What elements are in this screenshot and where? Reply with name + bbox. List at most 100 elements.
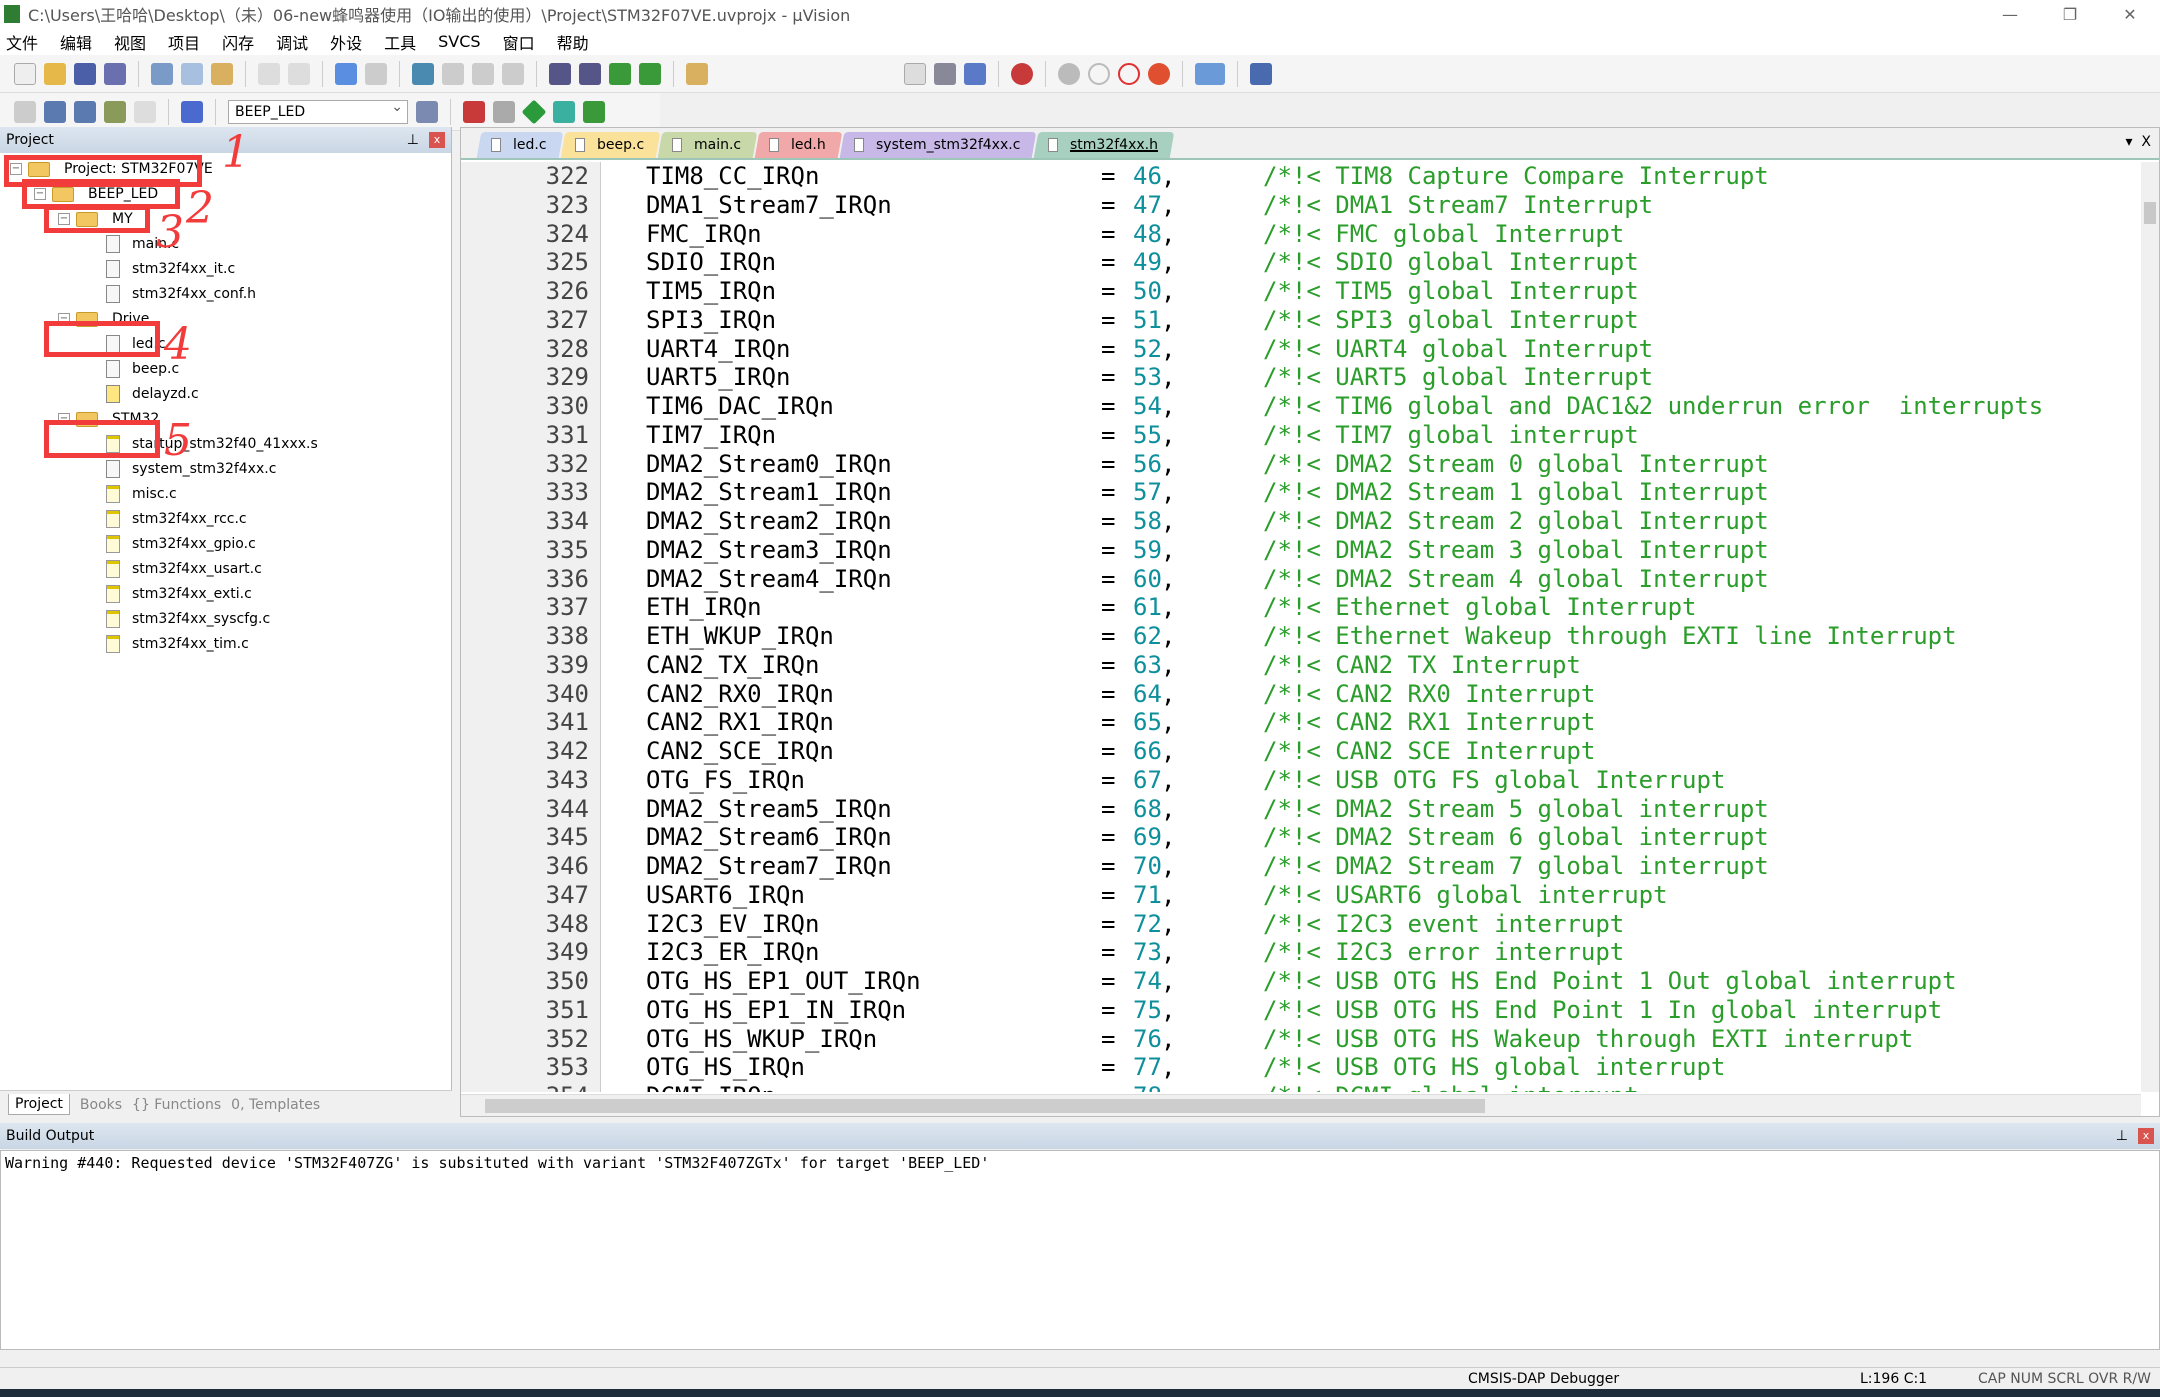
- annotation-box: [44, 205, 150, 233]
- download-icon[interactable]: [181, 100, 203, 123]
- find-icon[interactable]: [934, 62, 956, 85]
- find-dropdown[interactable]: [904, 62, 926, 85]
- scroll-thumb[interactable]: [485, 1099, 1485, 1113]
- tree-file[interactable]: stm32f4xx_usart.c: [106, 557, 262, 581]
- tree-file[interactable]: stm32f4xx_tim.c: [106, 632, 249, 656]
- tree-file[interactable]: delayzd.c: [106, 382, 199, 406]
- breakpoint-icon[interactable]: [1058, 62, 1080, 85]
- bookmark-icon[interactable]: [412, 62, 434, 85]
- open-file-icon[interactable]: [44, 62, 66, 85]
- batch-build-icon[interactable]: [104, 100, 126, 123]
- stop-build-icon[interactable]: [134, 100, 156, 123]
- tree-file[interactable]: stm32f4xx_syscfg.c: [106, 607, 270, 631]
- tab-list-button[interactable]: ▾: [2125, 134, 2132, 150]
- prev-bookmark-icon[interactable]: [442, 62, 464, 85]
- panel-tab-3[interactable]: 0, Templates: [231, 1097, 320, 1113]
- editor-tab[interactable]: system_stm32f4xx.c: [839, 132, 1037, 158]
- comment-icon[interactable]: [609, 62, 631, 85]
- comment: /*!< DMA2 Stream 3 global Interrupt: [1263, 535, 1769, 564]
- save-all-icon[interactable]: [104, 62, 126, 85]
- indent-icon[interactable]: [549, 62, 571, 85]
- build-output[interactable]: Warning #440: Requested device 'STM32F40…: [0, 1150, 2160, 1350]
- horizontal-scrollbar[interactable]: [461, 1094, 2141, 1116]
- menu-item-8[interactable]: SVCS: [438, 32, 480, 51]
- rebuild-icon[interactable]: [74, 100, 96, 123]
- minimize-button[interactable]: —: [1980, 5, 2040, 24]
- select-packs-icon[interactable]: [583, 100, 605, 123]
- editor-tab[interactable]: stm32f4xx.h: [1033, 132, 1175, 158]
- close-panel-button[interactable]: x: [429, 132, 445, 148]
- kill-all-breakpoints-icon[interactable]: [1148, 62, 1170, 85]
- target-select[interactable]: BEEP_LED: [228, 99, 408, 124]
- unindent-icon[interactable]: [579, 62, 601, 85]
- menu-item-1[interactable]: 编辑: [60, 30, 92, 54]
- target-options-icon[interactable]: [416, 100, 438, 123]
- window-layout-icon[interactable]: [1195, 62, 1225, 85]
- debug-session-icon[interactable]: [1011, 62, 1033, 85]
- file-extensions-icon[interactable]: [493, 100, 515, 123]
- panel-tab-0[interactable]: Project: [8, 1094, 70, 1115]
- editor-tab[interactable]: beep.c: [560, 132, 660, 158]
- menu-item-9[interactable]: 窗口: [503, 30, 535, 54]
- equals-sign: =: [1101, 622, 1116, 650]
- menu-item-5[interactable]: 调试: [276, 30, 308, 54]
- tree-file[interactable]: stm32f4xx_conf.h: [106, 282, 256, 306]
- find-in-files-icon[interactable]: [686, 62, 708, 85]
- tree-file[interactable]: stm32f4xx_it.c: [106, 257, 235, 281]
- vertical-scrollbar[interactable]: [2141, 162, 2159, 1092]
- incremental-find-icon[interactable]: [964, 62, 986, 85]
- translate-icon[interactable]: [14, 100, 36, 123]
- menu-item-7[interactable]: 工具: [384, 30, 416, 54]
- copy-icon[interactable]: [181, 62, 203, 85]
- enum-value: 65: [1133, 708, 1162, 737]
- editor-tab[interactable]: led.h: [754, 132, 842, 158]
- tree-file[interactable]: stm32f4xx_exti.c: [106, 582, 252, 606]
- line-number: 350: [545, 967, 589, 995]
- cut-icon[interactable]: [151, 62, 173, 85]
- configure-icon[interactable]: [1250, 62, 1272, 85]
- paste-icon[interactable]: [211, 62, 233, 85]
- back-icon[interactable]: [335, 62, 357, 85]
- code-area[interactable]: 322 TIM8_CC_IRQn = 46, /*!< TIM8 Capture Com…: [461, 162, 2141, 1092]
- save-icon[interactable]: [74, 62, 96, 85]
- forward-icon[interactable]: [365, 62, 387, 85]
- code-line: 327 SPI3_IRQn = 51, /*!< SPI3 global Interru…: [461, 306, 2141, 335]
- file-icon: [768, 138, 779, 152]
- code-line: 332 DMA2_Stream0_IRQn = 56, /*!< DMA2 Stream…: [461, 450, 2141, 479]
- panel-tab-1[interactable]: Books: [80, 1097, 122, 1113]
- close-tab-button[interactable]: X: [2141, 134, 2151, 150]
- tree-file[interactable]: stm32f4xx_rcc.c: [106, 507, 247, 531]
- close-button[interactable]: ✕: [2100, 5, 2160, 24]
- tree-file[interactable]: stm32f4xx_gpio.c: [106, 532, 256, 556]
- editor-tab[interactable]: led.c: [476, 132, 563, 158]
- maximize-button[interactable]: ❐: [2040, 5, 2100, 24]
- annotation-box: [44, 420, 160, 458]
- editor-tab[interactable]: main.c: [657, 132, 758, 158]
- menu-item-10[interactable]: 帮助: [557, 30, 589, 54]
- manage-components-icon[interactable]: [463, 100, 485, 123]
- comment: /*!< UART4 global Interrupt: [1263, 334, 1654, 363]
- close-build-output-button[interactable]: x: [2138, 1128, 2154, 1144]
- build-icon[interactable]: [44, 100, 66, 123]
- panel-tab-2[interactable]: {} Functions: [132, 1097, 221, 1113]
- pin-icon[interactable]: ⊥: [407, 132, 419, 148]
- scroll-thumb[interactable]: [2144, 202, 2156, 224]
- uncomment-icon[interactable]: [639, 62, 661, 85]
- disable-breakpoint-icon[interactable]: [1088, 62, 1110, 85]
- clear-bookmarks-icon[interactable]: [502, 62, 524, 85]
- next-bookmark-icon[interactable]: [472, 62, 494, 85]
- menu-item-4[interactable]: 闪存: [222, 30, 254, 54]
- run-time-environment-icon[interactable]: [521, 99, 547, 124]
- menu-item-6[interactable]: 外设: [330, 30, 362, 54]
- menu-item-3[interactable]: 项目: [168, 30, 200, 54]
- menu-item-2[interactable]: 视图: [114, 30, 146, 54]
- pin-icon[interactable]: ⊥: [2116, 1128, 2128, 1144]
- pack-installer-icon[interactable]: [553, 100, 575, 123]
- redo-icon[interactable]: [288, 62, 310, 85]
- new-file-icon[interactable]: [14, 62, 36, 85]
- undo-icon[interactable]: [258, 62, 280, 85]
- tree-file[interactable]: misc.c: [106, 482, 177, 506]
- line-number: 349: [545, 938, 589, 967]
- disable-all-breakpoints-icon[interactable]: [1118, 62, 1140, 85]
- menu-item-0[interactable]: 文件: [6, 30, 38, 54]
